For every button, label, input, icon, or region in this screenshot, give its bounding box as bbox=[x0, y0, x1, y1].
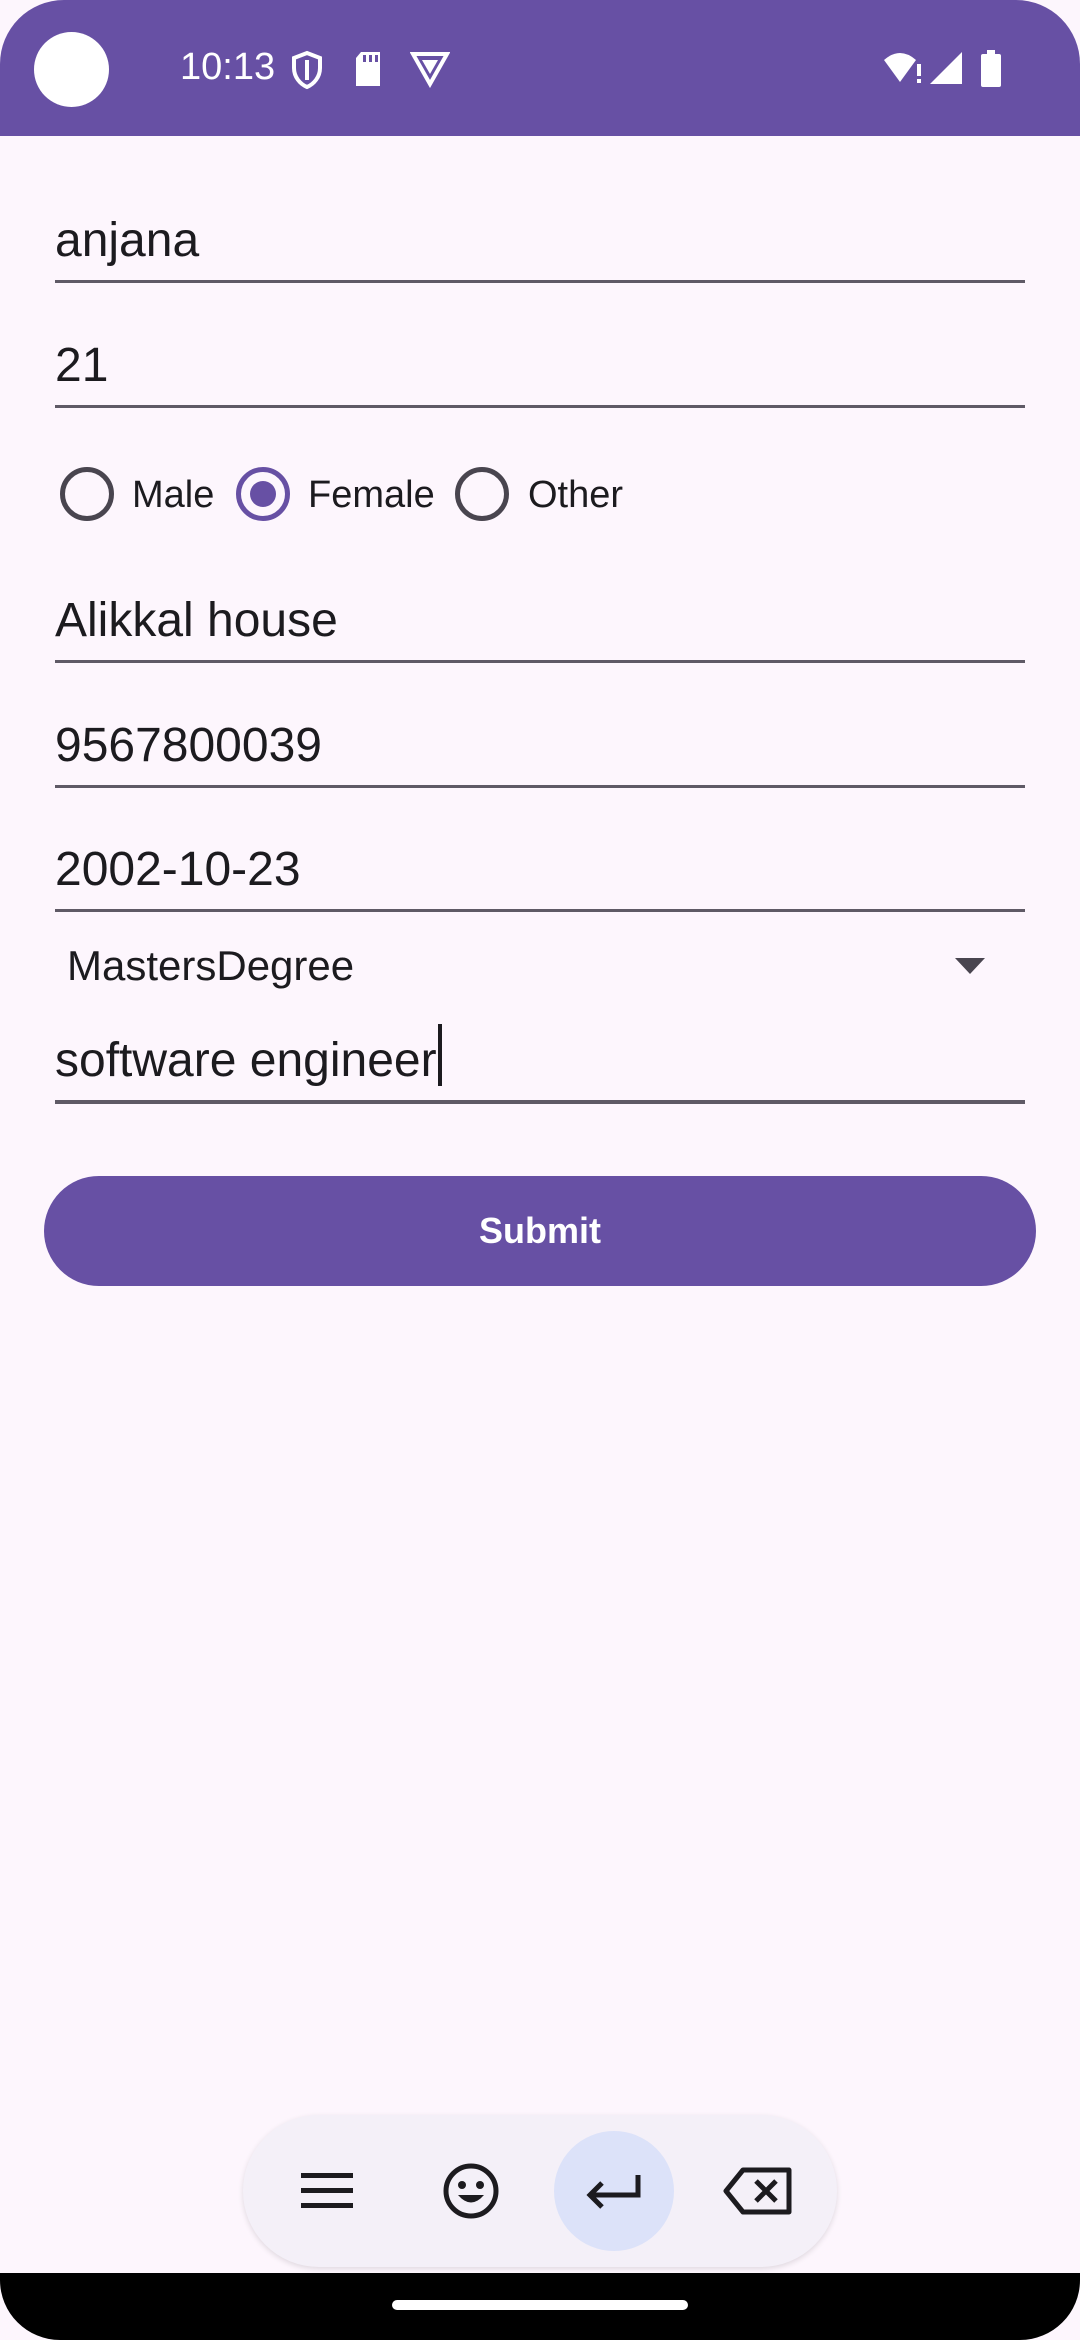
phone-value: 9567800039 bbox=[55, 719, 322, 772]
address-value: Alikkal house bbox=[55, 594, 338, 647]
age-value: 21 bbox=[55, 339, 109, 392]
status-bar: 10:13 bbox=[0, 0, 1080, 136]
keyboard-toolbar bbox=[243, 2115, 837, 2267]
other-radio[interactable] bbox=[455, 467, 509, 521]
male-label[interactable]: Male bbox=[132, 474, 214, 517]
menu-icon bbox=[301, 2173, 353, 2208]
enter-button[interactable] bbox=[554, 2131, 674, 2251]
phone-field[interactable]: 9567800039 bbox=[55, 705, 1025, 788]
name-value: anjana bbox=[55, 214, 200, 267]
camera-cutout bbox=[34, 32, 109, 107]
dob-value: 2002-10-23 bbox=[55, 843, 301, 896]
occupation-value: software engineer bbox=[55, 1034, 437, 1087]
female-label[interactable]: Female bbox=[308, 474, 435, 517]
battery-icon bbox=[981, 50, 1001, 87]
other-label[interactable]: Other bbox=[528, 474, 623, 517]
address-field[interactable]: Alikkal house bbox=[55, 580, 1025, 663]
qualification-value: MastersDegree bbox=[67, 942, 355, 989]
occupation-input: software engineer bbox=[55, 1024, 442, 1088]
wifi-icon bbox=[884, 53, 921, 83]
home-gesture-handle[interactable] bbox=[392, 2300, 688, 2310]
sd-card-icon bbox=[356, 52, 380, 86]
name-field[interactable]: anjana bbox=[55, 200, 1025, 283]
status-time: 10:13 bbox=[180, 46, 276, 88]
dropdown-arrow-icon bbox=[955, 958, 985, 974]
emoji-icon bbox=[443, 2163, 499, 2219]
emoji-button[interactable] bbox=[411, 2131, 531, 2251]
male-radio[interactable] bbox=[60, 467, 114, 521]
keyboard-menu-button[interactable] bbox=[267, 2131, 387, 2251]
enter-icon bbox=[586, 2175, 641, 2209]
shield-icon bbox=[292, 50, 322, 90]
age-field[interactable]: 21 bbox=[55, 325, 1025, 408]
dob-field[interactable]: 2002-10-23 bbox=[55, 829, 1025, 912]
gender-radio-group: Male Female Other bbox=[55, 460, 955, 532]
backspace-button[interactable] bbox=[698, 2131, 818, 2251]
backspace-icon bbox=[723, 2167, 792, 2215]
vpn-badge-icon bbox=[410, 52, 450, 88]
signal-icon bbox=[930, 52, 962, 84]
female-radio[interactable] bbox=[236, 467, 290, 521]
submit-button[interactable]: Submit bbox=[44, 1176, 1036, 1286]
occupation-field[interactable]: software engineer bbox=[55, 1018, 1025, 1104]
text-cursor bbox=[437, 1024, 442, 1086]
